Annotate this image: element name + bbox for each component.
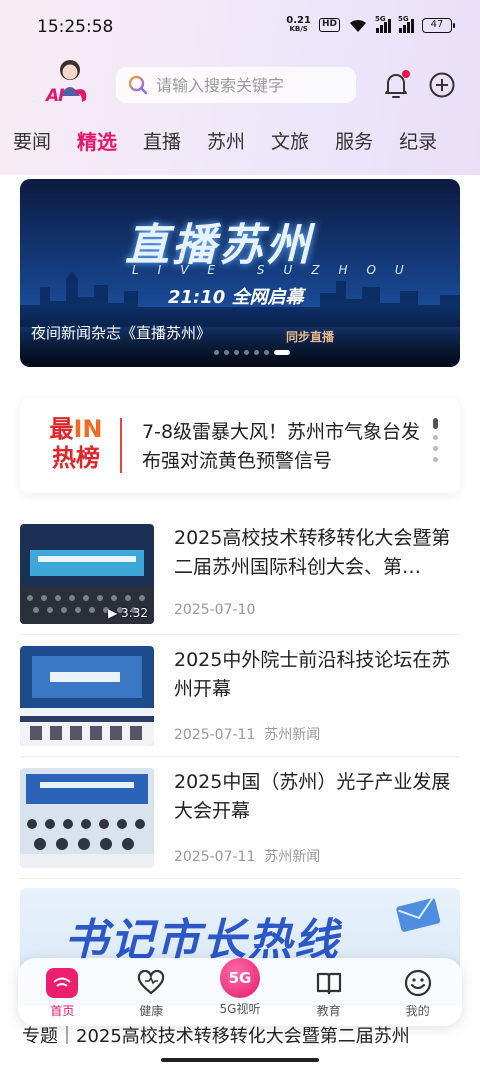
nav-mine-label: 我的 <box>405 1004 430 1018</box>
carousel-dot <box>244 350 249 355</box>
news-title: 2025高校技术转移转化大会暨第二届苏州国际科创大会、第… <box>174 527 451 578</box>
tab-suzhou[interactable]: 苏州 <box>194 124 258 160</box>
banner-subtitle: LIVE SUZHOU <box>132 263 423 277</box>
tab-jingxuan[interactable]: 精选 <box>64 124 130 160</box>
news-meta: 2025-07-10 <box>174 602 256 618</box>
ai-assistant-avatar[interactable]: AI <box>42 56 100 110</box>
nav-home[interactable]: 首页 <box>18 958 107 1026</box>
carousel-dot <box>254 350 259 355</box>
carousel-indicator <box>214 350 290 355</box>
tab-zhibo[interactable]: 直播 <box>130 124 194 160</box>
hot-list-card[interactable]: 最IN 热榜 7-8级雷暴大风！苏州市气象台发布强对流黄色预警信号 <box>20 398 460 493</box>
wifi-icon <box>350 19 366 32</box>
news-title: 2025中国（苏州）光子产业发展大会开幕 <box>174 771 451 822</box>
news-item[interactable]: 2025中外院士前沿科技论坛在苏州开幕 2025-07-11 苏州新闻 <box>20 646 460 757</box>
hot-list-logo: 最IN 热榜 <box>49 415 103 472</box>
news-item[interactable]: 2025中国（苏州）光子产业发展大会开幕 2025-07-11 苏州新闻 <box>20 768 460 879</box>
battery-icon: 47 <box>422 17 455 33</box>
signal-icon-2: 5G <box>398 15 414 33</box>
news-thumbnail: ▶ 3:32 <box>20 524 154 624</box>
news-meta: 2025-07-11 苏州新闻 <box>174 727 321 743</box>
banner-carousel[interactable]: 直播苏州 LIVE SUZHOU 21:10 全网启幕 夜间新闻杂志《直播苏州》… <box>20 179 460 367</box>
network-speed: 0.21 KB/S <box>286 15 311 34</box>
carousel-dot <box>234 350 239 355</box>
news-thumbnail <box>20 646 154 746</box>
home-indicator[interactable] <box>161 1058 319 1062</box>
home-icon <box>46 968 79 998</box>
nav-home-label: 首页 <box>50 1004 75 1018</box>
ai-label: AI <box>46 86 65 106</box>
search-icon <box>128 75 148 95</box>
hd-icon: HD <box>318 18 340 32</box>
tab-wenlv[interactable]: 文旅 <box>258 124 322 160</box>
status-time: 15:25:58 <box>37 17 114 37</box>
banner-sync-text: 同步直播 <box>285 330 334 344</box>
banner-caption: 夜间新闻杂志《直播苏州》 <box>31 324 212 342</box>
smile-icon <box>404 969 431 997</box>
book-icon <box>316 972 341 995</box>
nav-5g-label: 5G视听 <box>219 1002 261 1016</box>
status-indicators: 0.21 KB/S HD 5G 5G 47 <box>286 15 455 34</box>
plus-circle-icon <box>429 72 455 98</box>
search-input[interactable] <box>156 75 346 95</box>
add-button[interactable] <box>429 72 455 98</box>
hot-headline[interactable]: 7-8级雷暴大风！苏州市气象台发布强对流黄色预警信号 <box>142 418 422 476</box>
tab-fuwu[interactable]: 服务 <box>322 124 386 160</box>
forum-image <box>20 646 154 746</box>
carousel-dot <box>224 350 229 355</box>
nav-health[interactable]: 健康 <box>107 958 196 1026</box>
notification-button[interactable] <box>382 70 410 100</box>
video-duration: ▶ 3:32 <box>108 606 148 620</box>
divider <box>20 878 460 879</box>
signal-icon: 5G <box>375 15 391 33</box>
nav-5g-video[interactable]: 5G 5G视听 <box>196 958 285 1026</box>
news-item[interactable]: ▶ 3:32 2025高校技术转移转化大会暨第二届苏州国际科创大会、第… 202… <box>20 524 460 635</box>
divider <box>20 634 460 635</box>
news-thumbnail <box>20 768 154 868</box>
photonics-conference-image <box>20 768 154 868</box>
carousel-dot <box>264 350 269 355</box>
hot-scroll-indicator <box>432 418 438 474</box>
channel-tabs: 要闻 精选 直播 苏州 文旅 服务 纪录 <box>0 124 480 160</box>
app-header: AI <box>0 56 480 116</box>
nav-education[interactable]: 教育 <box>284 958 373 1026</box>
tab-yaowen[interactable]: 要闻 <box>0 124 64 160</box>
carousel-dot-active <box>274 350 290 355</box>
nav-health-label: 健康 <box>139 1004 164 1018</box>
envelope-icon <box>396 897 441 932</box>
tab-jilu[interactable]: 纪录 <box>386 124 450 160</box>
divider <box>20 756 460 757</box>
bottom-navigation: 首页 健康 5G 5G视听 教育 我的 <box>18 958 462 1026</box>
news-title: 2025中外院士前沿科技论坛在苏州开幕 <box>174 649 451 700</box>
nav-mine[interactable]: 我的 <box>373 958 462 1026</box>
fiveg-icon: 5G <box>219 958 260 998</box>
notification-dot <box>402 70 410 78</box>
search-bar[interactable] <box>116 67 356 103</box>
heart-icon <box>138 970 165 995</box>
nav-education-label: 教育 <box>316 1004 341 1018</box>
hot-divider <box>120 418 122 473</box>
news-meta: 2025-07-11 苏州新闻 <box>174 849 321 865</box>
carousel-dot <box>214 350 219 355</box>
status-bar: 15:25:58 0.21 KB/S HD 5G 5G 47 <box>0 0 480 56</box>
